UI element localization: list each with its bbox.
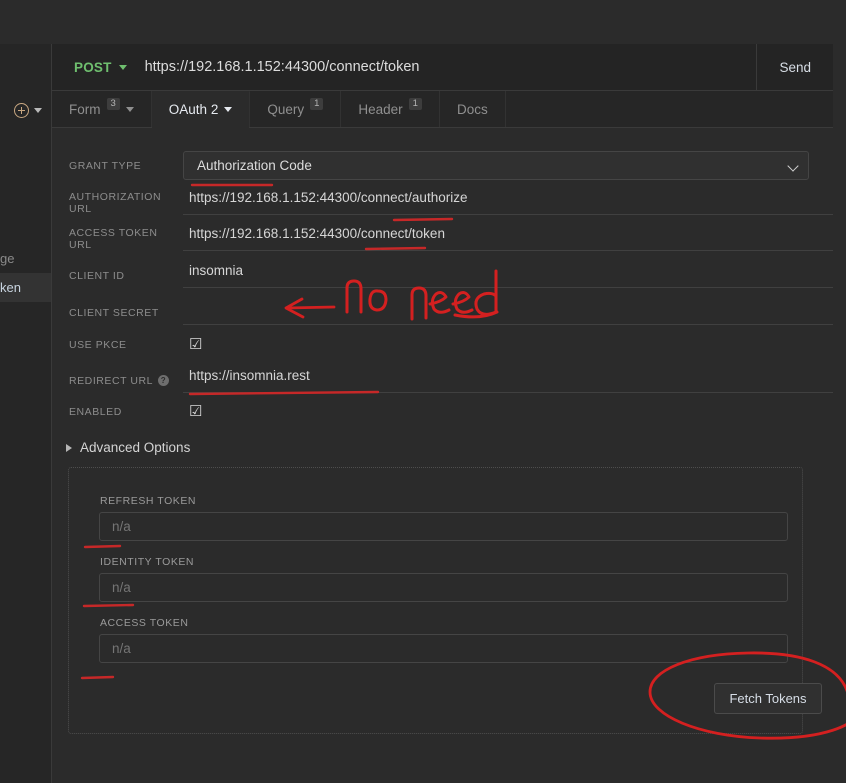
sidebar-item-1[interactable]: ken: [0, 273, 51, 302]
tab-label: OAuth 2: [168, 102, 219, 117]
tab-form[interactable]: Form 3: [52, 91, 152, 127]
refresh-token-label: REFRESH TOKEN: [100, 495, 197, 507]
advanced-options-label: Advanced Options: [80, 440, 191, 455]
field-access-token-url: ACCESS TOKEN URL https://192.168.1.152:4…: [52, 226, 833, 251]
chevron-down-icon: [125, 106, 134, 112]
add-request-button[interactable]: [14, 103, 42, 118]
url-input[interactable]: https://192.168.1.152:44300/connect/toke…: [145, 59, 420, 75]
client-secret-input[interactable]: [183, 300, 833, 325]
field-label: CLIENT SECRET: [69, 306, 159, 319]
identity-token-placeholder: n/a: [112, 580, 131, 595]
insomnia-window: ge ken POST https://192.168.1.152:44300/…: [0, 0, 846, 783]
tab-label: Header: [358, 101, 403, 117]
checkbox-checked-icon[interactable]: ☑: [189, 336, 202, 353]
field-client-secret: CLIENT SECRET: [52, 300, 833, 325]
method-selector[interactable]: POST: [74, 60, 127, 75]
tab-docs[interactable]: Docs: [440, 91, 506, 127]
chevron-down-icon: [118, 64, 127, 70]
tab-header[interactable]: Header 1: [341, 91, 440, 127]
tab-badge: 3: [106, 98, 120, 110]
tab-label: Query: [267, 101, 305, 117]
sidebar-item-0[interactable]: ge: [0, 244, 51, 273]
field-redirect-url: REDIRECT URL ? https://insomnia.rest: [52, 368, 833, 393]
client-id-input[interactable]: insomnia: [183, 263, 833, 288]
plus-circle-icon: [14, 103, 29, 118]
triangle-right-icon: [66, 443, 72, 452]
field-grant-type: GRANT TYPE Authorization Code: [52, 151, 833, 180]
tab-label: Form: [69, 101, 101, 117]
tab-oauth2[interactable]: OAuth 2: [151, 91, 251, 128]
sidebar-item-label: ken: [0, 280, 21, 295]
field-label: USE PKCE: [69, 338, 127, 351]
field-label: AUTHORIZATION URL: [69, 190, 162, 215]
access-token-input[interactable]: n/a: [99, 634, 788, 663]
advanced-options-box: REFRESH TOKEN n/a IDENTITY TOKEN n/a ACC…: [68, 467, 822, 734]
oauth2-form-panel: GRANT TYPE Authorization Code AUTHORIZAT…: [52, 128, 833, 783]
use-pkce-checkbox-wrap: ☑: [183, 337, 833, 352]
send-button[interactable]: Send: [756, 44, 833, 90]
access-token-label: ACCESS TOKEN: [100, 617, 189, 629]
access-token-url-input[interactable]: https://192.168.1.152:44300/connect/toke…: [183, 226, 833, 251]
checkbox-checked-icon[interactable]: ☑: [189, 403, 202, 420]
access-token-placeholder: n/a: [112, 641, 131, 656]
field-enabled: ENABLED ☑: [52, 404, 833, 419]
enabled-checkbox-wrap: ☑: [183, 404, 833, 419]
chevron-down-icon: [34, 108, 42, 113]
grant-type-select[interactable]: Authorization Code: [183, 151, 809, 180]
refresh-token-placeholder: n/a: [112, 519, 131, 534]
tab-label: Docs: [456, 101, 488, 117]
method-label: POST: [74, 59, 112, 75]
field-label: REDIRECT URL ?: [52, 375, 183, 387]
sidebar-item-label: ge: [0, 251, 15, 266]
request-url-bar: POST https://192.168.1.152:44300/connect…: [52, 44, 833, 91]
field-use-pkce: USE PKCE ☑: [52, 337, 833, 352]
tab-badge: 1: [408, 98, 422, 110]
field-label: ACCESS TOKEN URL: [69, 226, 158, 251]
sidebar: ge ken: [0, 44, 52, 783]
advanced-options-toggle[interactable]: Advanced Options: [66, 440, 190, 455]
field-authorization-url: AUTHORIZATION URL https://192.168.1.152:…: [52, 190, 833, 215]
identity-token-label: IDENTITY TOKEN: [100, 556, 195, 568]
authorization-url-input[interactable]: https://192.168.1.152:44300/connect/auth…: [183, 190, 833, 215]
grant-type-value: Authorization Code: [197, 158, 312, 173]
tab-badge: 1: [310, 98, 324, 110]
redirect-url-input[interactable]: https://insomnia.rest: [183, 368, 833, 393]
chevron-down-icon: [224, 107, 233, 112]
chevron-down-icon: [787, 160, 799, 172]
field-label: ENABLED: [69, 405, 122, 418]
identity-token-input[interactable]: n/a: [99, 573, 788, 602]
field-client-id: CLIENT ID insomnia: [52, 263, 833, 288]
tab-query[interactable]: Query 1: [250, 91, 342, 127]
refresh-token-input[interactable]: n/a: [99, 512, 788, 541]
field-label: CLIENT ID: [69, 269, 125, 282]
request-pane-tabs: Form 3 OAuth 2 Query 1 Header 1 Docs: [52, 91, 833, 128]
question-mark-icon[interactable]: ?: [158, 375, 170, 386]
fetch-tokens-button[interactable]: Fetch Tokens: [714, 683, 822, 714]
field-label: GRANT TYPE: [69, 159, 142, 172]
